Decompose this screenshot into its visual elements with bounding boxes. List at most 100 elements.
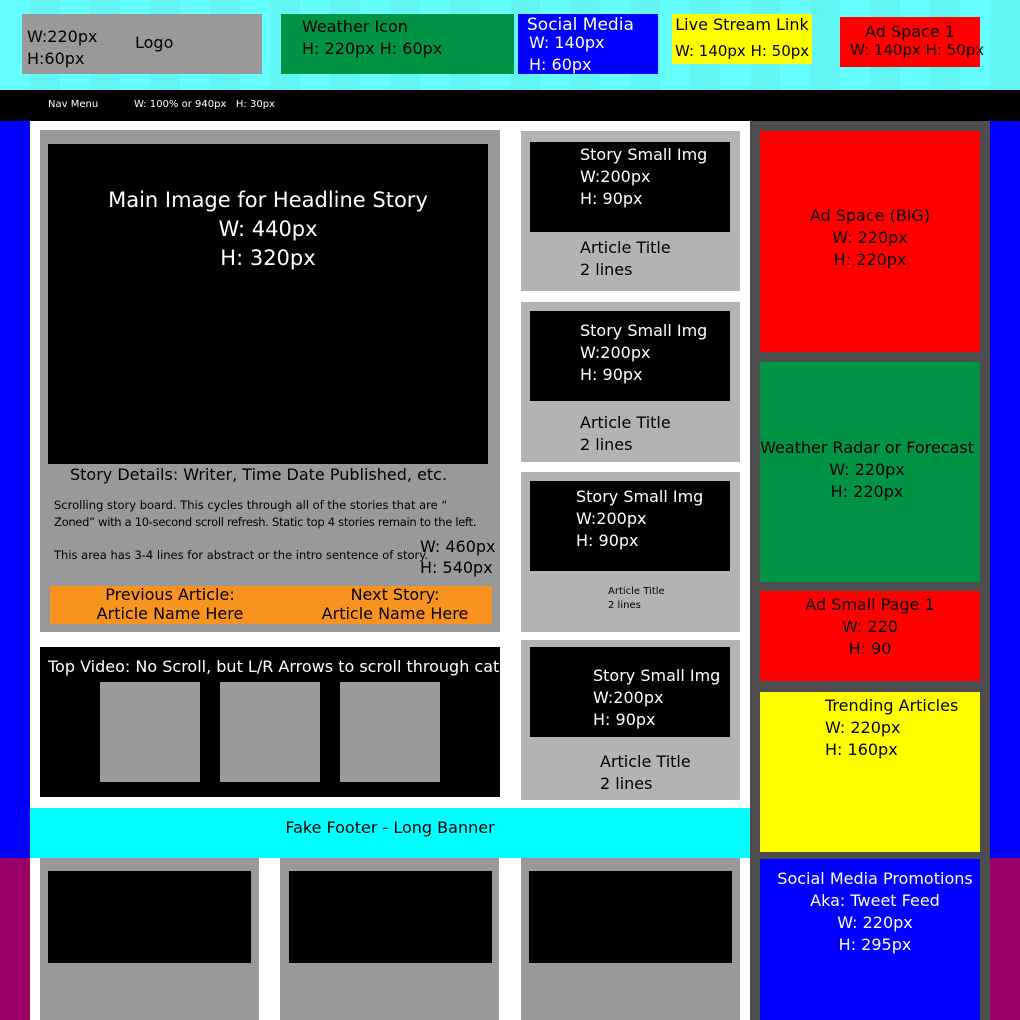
- ad-big-label: Ad Space (BIG): [809, 206, 931, 225]
- story-desc-1: Scrolling story board. This cycles throu…: [54, 498, 448, 512]
- logo-placeholder[interactable]: W:220px H:60px Logo: [22, 14, 262, 74]
- ad-space-1[interactable]: Ad Space 1 W: 140px H: 50px: [840, 17, 984, 67]
- live-stream-label: Live Stream Link: [675, 15, 809, 34]
- article-nav-bar: Previous Article: Article Name Here Next…: [50, 585, 492, 624]
- live-stream-link[interactable]: Live Stream Link W: 140px H: 50px: [672, 14, 812, 64]
- story-small-img[interactable]: Story Small Img W:200px H: 90px: [530, 142, 730, 232]
- social-promo-h: H: 295px: [838, 935, 912, 954]
- article-title: Article Title: [580, 238, 671, 257]
- small-img-w: W:200px: [576, 509, 647, 528]
- small-img-label: Story Small Img: [576, 487, 704, 506]
- logo-label: Logo: [135, 33, 174, 52]
- bottom-card[interactable]: [280, 858, 499, 1020]
- story-small-img[interactable]: Story Small Img W:200px H: 90px: [530, 481, 730, 571]
- left-gutter-bottom: [0, 858, 30, 1020]
- prev-label: Previous Article:: [105, 585, 235, 604]
- weather-radar-w: W: 220px: [829, 460, 905, 479]
- video-thumbnail[interactable]: [220, 682, 320, 782]
- bottom-card[interactable]: [521, 858, 740, 1020]
- live-stream-size: W: 140px H: 50px: [675, 42, 810, 60]
- ad-small[interactable]: Ad Small Page 1 W: 220 H: 90: [760, 591, 980, 681]
- next-label: Next Story:: [350, 585, 440, 604]
- weather-icon-size: H: 220px H: 60px: [302, 39, 443, 58]
- story-desc-3: This area has 3-4 lines for abstract or …: [54, 548, 429, 562]
- weather-icon-placeholder[interactable]: Weather Icon H: 220px H: 60px: [281, 14, 514, 74]
- trending-label: Trending Articles: [825, 696, 959, 715]
- ad-small-h: H: 90: [848, 639, 892, 658]
- logo-size-w: W:220px: [27, 27, 98, 46]
- ad-small-label: Ad Small Page 1: [805, 595, 935, 614]
- story-small-img[interactable]: Story Small Img W:200px H: 90px: [530, 647, 730, 737]
- small-img-h: H: 90px: [576, 531, 639, 550]
- footer-label: Fake Footer - Long Banner: [285, 818, 495, 837]
- trending-w: W: 220px: [825, 718, 901, 737]
- video-thumbnail[interactable]: [340, 682, 440, 782]
- social-promo-label: Social Media Promotions: [777, 869, 973, 888]
- ad-big-w: W: 220px: [832, 228, 908, 247]
- ad-big-h: H: 220px: [833, 250, 907, 269]
- ad-space-1-size: W: 140px H: 50px: [850, 41, 985, 59]
- social-promo-w: W: 220px: [837, 913, 913, 932]
- small-img-w: W:200px: [593, 688, 664, 707]
- weather-radar-h: H: 220px: [830, 482, 904, 501]
- bottom-card-image[interactable]: [529, 871, 732, 963]
- article-lines: 2 lines: [608, 600, 641, 611]
- small-img-label: Story Small Img: [580, 145, 708, 164]
- ad-space-big[interactable]: Ad Space (BIG) W: 220px H: 220px: [760, 131, 980, 352]
- story-card[interactable]: Story Small Img W:200px H: 90px Article …: [521, 302, 740, 462]
- small-img-h: H: 90px: [580, 365, 643, 384]
- logo-size-h: H:60px: [27, 49, 85, 68]
- small-img-w: W:200px: [580, 343, 651, 362]
- left-gutter: [0, 121, 30, 858]
- article-lines: 2 lines: [580, 435, 633, 454]
- fake-footer-banner[interactable]: Fake Footer - Long Banner: [30, 808, 750, 858]
- social-media-placeholder[interactable]: Social Media W: 140px H: 60px: [518, 14, 658, 74]
- social-media-size-w: W: 140px: [529, 33, 605, 52]
- article-title: Article Title: [600, 752, 691, 771]
- main-image-w: W: 440px: [218, 217, 318, 241]
- article-lines: 2 lines: [580, 260, 633, 279]
- story-small-img[interactable]: Story Small Img W:200px H: 90px: [530, 311, 730, 401]
- small-img-label: Story Small Img: [593, 666, 721, 685]
- nav-size: W: 100% or 940px H: 30px: [134, 99, 275, 110]
- article-lines: 2 lines: [600, 774, 653, 793]
- article-title: Article Title: [580, 413, 671, 432]
- social-media-promotions[interactable]: Social Media Promotions Aka: Tweet Feed …: [760, 859, 980, 1020]
- story-card[interactable]: Story Small Img W:200px H: 90px Article …: [521, 472, 740, 632]
- story-size-h: H: 540px: [420, 558, 493, 577]
- bottom-card[interactable]: [40, 858, 259, 1020]
- small-img-h: H: 90px: [593, 710, 656, 729]
- main-image-title: Main Image for Headline Story: [108, 188, 428, 212]
- bottom-card-image[interactable]: [48, 871, 251, 963]
- prev-name: Article Name Here: [96, 604, 244, 623]
- right-gutter-bottom: [990, 858, 1020, 1020]
- right-gutter: [990, 121, 1020, 858]
- weather-radar[interactable]: Weather Radar or Forecast W: 220px H: 22…: [760, 362, 980, 582]
- story-details: Story Details: Writer, Time Date Publish…: [70, 465, 448, 484]
- main-story[interactable]: Main Image for Headline Story W: 440px H…: [40, 130, 500, 632]
- story-card[interactable]: Story Small Img W:200px H: 90px Article …: [521, 131, 740, 291]
- video-thumbnail[interactable]: [100, 682, 200, 782]
- small-img-h: H: 90px: [580, 189, 643, 208]
- story-size-w: W: 460px: [420, 537, 496, 556]
- video-label: Top Video: No Scroll, but L/R Arrows to …: [48, 657, 500, 676]
- nav-label: Nav Menu: [48, 99, 99, 110]
- next-name: Article Name Here: [321, 604, 469, 623]
- social-media-size-h: H: 60px: [529, 55, 592, 74]
- ad-small-w: W: 220: [842, 617, 898, 636]
- bottom-card-image[interactable]: [289, 871, 492, 963]
- article-title: Article Title: [608, 586, 665, 597]
- next-story-link[interactable]: Next Story: Article Name Here: [280, 585, 510, 624]
- story-card[interactable]: Story Small Img W:200px H: 90px Article …: [521, 640, 740, 800]
- trending-h: H: 160px: [825, 740, 898, 759]
- top-video[interactable]: Top Video: No Scroll, but L/R Arrows to …: [40, 647, 500, 797]
- weather-icon-label: Weather Icon: [302, 17, 408, 36]
- small-img-label: Story Small Img: [580, 321, 708, 340]
- small-img-w: W:200px: [580, 167, 651, 186]
- main-image[interactable]: Main Image for Headline Story W: 440px H…: [48, 144, 488, 464]
- nav-menu[interactable]: Nav Menu W: 100% or 940px H: 30px: [0, 90, 1020, 121]
- previous-article-link[interactable]: Previous Article: Article Name Here: [50, 585, 290, 624]
- trending-articles[interactable]: Trending Articles W: 220px H: 160px: [760, 692, 980, 852]
- weather-radar-label: Weather Radar or Forecast: [760, 438, 974, 457]
- story-desc-2: Zoned” with a 10-second scroll refresh. …: [54, 515, 477, 529]
